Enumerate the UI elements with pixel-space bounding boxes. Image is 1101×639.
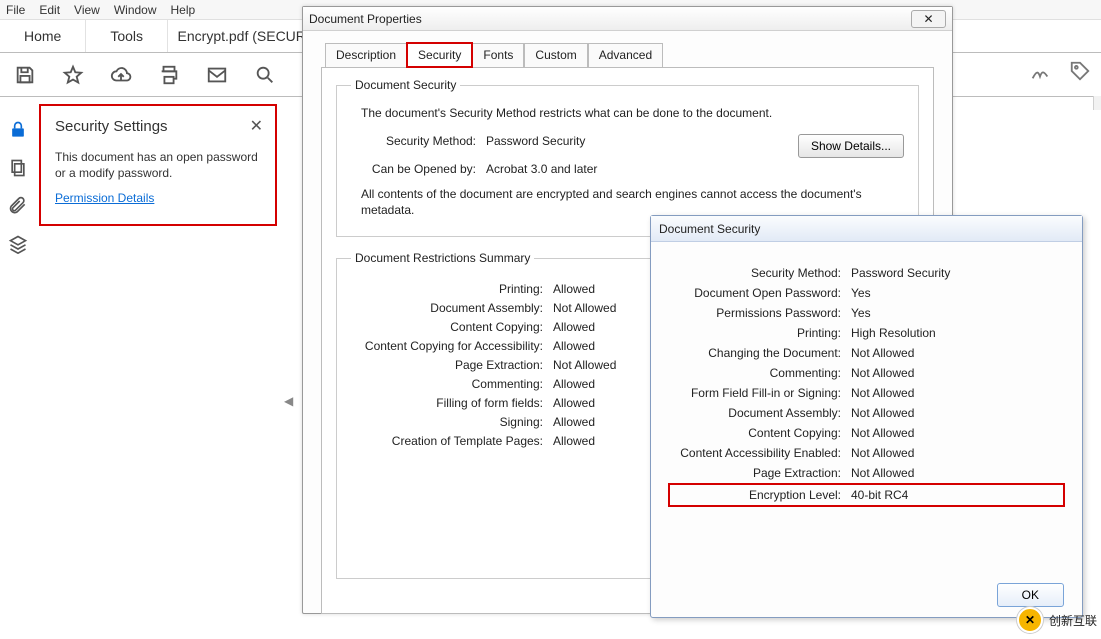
- dialog-title: Document Properties: [309, 12, 422, 26]
- watermark-text: 创新互联: [1049, 612, 1097, 629]
- encryption-level-label: Encryption Level:: [671, 488, 851, 502]
- dialog-close-button[interactable]: ✕: [911, 10, 946, 28]
- tab-security[interactable]: Security: [407, 43, 472, 67]
- sec-label: Commenting:: [671, 366, 851, 380]
- sec-value: Not Allowed: [851, 366, 1062, 380]
- zoom-icon[interactable]: [254, 64, 276, 86]
- restriction-label: Printing:: [351, 282, 553, 296]
- restriction-label: Commenting:: [351, 377, 553, 391]
- sec-value: Not Allowed: [851, 446, 1062, 460]
- show-details-button[interactable]: Show Details...: [798, 134, 904, 158]
- sec-value: Yes: [851, 286, 1062, 300]
- document-security-dialog: Document Security Security Method:Passwo…: [650, 215, 1083, 618]
- watermark-logo: ✕ 创新互联: [1017, 607, 1097, 633]
- properties-tabs: Description Security Fonts Custom Advanc…: [325, 43, 952, 67]
- document-security-group: Document Security The document's Securit…: [336, 78, 919, 237]
- menu-help[interactable]: Help: [171, 3, 196, 17]
- tab-advanced[interactable]: Advanced: [588, 43, 663, 67]
- paperclip-icon[interactable]: [8, 196, 28, 216]
- right-tool-icons: [1029, 60, 1091, 82]
- security-settings-panel: Security Settings ✕ This document has an…: [39, 104, 277, 226]
- menu-edit[interactable]: Edit: [39, 3, 60, 17]
- signature-icon[interactable]: [1029, 60, 1051, 82]
- sec-label: Content Accessibility Enabled:: [671, 446, 851, 460]
- security-intro-text: The document's Security Method restricts…: [361, 106, 904, 120]
- restriction-label: Document Assembly:: [351, 301, 553, 315]
- sec-label: Page Extraction:: [671, 466, 851, 480]
- menu-window[interactable]: Window: [114, 3, 157, 17]
- menu-file[interactable]: File: [6, 3, 25, 17]
- menu-view[interactable]: View: [74, 3, 100, 17]
- sec-value: High Resolution: [851, 326, 1062, 340]
- tab-custom[interactable]: Custom: [524, 43, 587, 67]
- tab-home[interactable]: Home: [0, 20, 86, 52]
- restriction-label: Page Extraction:: [351, 358, 553, 372]
- print-icon[interactable]: [158, 64, 180, 86]
- sec-value: Not Allowed: [851, 466, 1062, 480]
- sec-label: Permissions Password:: [671, 306, 851, 320]
- restriction-label: Content Copying:: [351, 320, 553, 334]
- right-panel-collapse[interactable]: [1093, 96, 1101, 110]
- security-dialog-content: Security Method:Password Security Docume…: [651, 242, 1082, 520]
- permission-details-link[interactable]: Permission Details: [55, 191, 154, 205]
- security-method-label: Security Method:: [371, 134, 486, 148]
- ok-button[interactable]: OK: [997, 583, 1064, 607]
- security-settings-title: Security Settings: [55, 118, 168, 135]
- panel-collapse-handle[interactable]: ◀: [284, 394, 294, 408]
- left-nav-rail: [0, 98, 36, 254]
- opened-by-value: Acrobat 3.0 and later: [486, 162, 904, 176]
- sec-label: Printing:: [671, 326, 851, 340]
- security-dialog-titlebar[interactable]: Document Security: [651, 216, 1082, 242]
- save-icon[interactable]: [14, 64, 36, 86]
- mail-icon[interactable]: [206, 64, 228, 86]
- sec-label: Document Open Password:: [671, 286, 851, 300]
- encryption-level-value: 40-bit RC4: [851, 488, 1062, 502]
- opened-by-label: Can be Opened by:: [371, 162, 486, 176]
- lock-icon[interactable]: [8, 120, 28, 140]
- crown-icon: ✕: [1017, 607, 1043, 633]
- sec-value: Not Allowed: [851, 386, 1062, 400]
- encrypted-note: All contents of the document are encrypt…: [361, 186, 904, 218]
- close-icon[interactable]: ✕: [250, 116, 263, 136]
- restriction-label: Signing:: [351, 415, 553, 429]
- sec-value: Yes: [851, 306, 1062, 320]
- tab-fonts[interactable]: Fonts: [472, 43, 524, 67]
- sec-value: Password Security: [851, 266, 1062, 280]
- pages-icon[interactable]: [8, 158, 28, 178]
- tab-description[interactable]: Description: [325, 43, 407, 67]
- document-security-legend: Document Security: [351, 78, 460, 92]
- restriction-label: Content Copying for Accessibility:: [351, 339, 553, 353]
- restriction-label: Filling of form fields:: [351, 396, 553, 410]
- sec-label: Form Field Fill-in or Signing:: [671, 386, 851, 400]
- sec-label: Changing the Document:: [671, 346, 851, 360]
- cloud-upload-icon[interactable]: [110, 64, 132, 86]
- sec-value: Not Allowed: [851, 406, 1062, 420]
- tag-icon[interactable]: [1069, 60, 1091, 82]
- security-settings-message: This document has an open password or a …: [55, 150, 263, 181]
- restriction-label: Creation of Template Pages:: [351, 434, 553, 448]
- layers-icon[interactable]: [8, 234, 28, 254]
- security-dialog-title: Document Security: [659, 222, 760, 236]
- restrictions-legend: Document Restrictions Summary: [351, 251, 534, 265]
- sec-value: Not Allowed: [851, 346, 1062, 360]
- star-icon[interactable]: [62, 64, 84, 86]
- security-method-value: Password Security: [486, 134, 798, 148]
- tab-tools[interactable]: Tools: [86, 20, 168, 52]
- sec-label: Document Assembly:: [671, 406, 851, 420]
- sec-label: Content Copying:: [671, 426, 851, 440]
- sec-label: Security Method:: [671, 266, 851, 280]
- sec-value: Not Allowed: [851, 426, 1062, 440]
- dialog-titlebar[interactable]: Document Properties ✕: [303, 7, 952, 31]
